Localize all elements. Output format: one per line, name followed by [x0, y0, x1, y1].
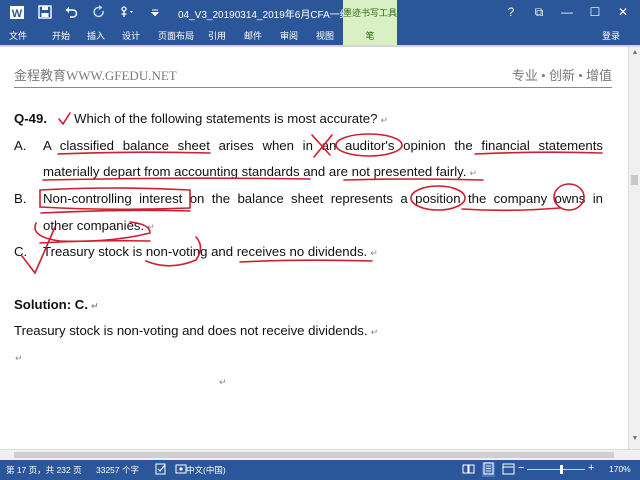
tab-file[interactable]: 文件 — [0, 25, 36, 45]
header-rule — [14, 87, 612, 88]
option-letter-b: B. — [14, 191, 27, 206]
option-a-line2: materially depart from accounting standa… — [43, 164, 477, 179]
word-count[interactable]: 33257 个字 — [96, 464, 139, 476]
zoom-slider-handle[interactable] — [560, 465, 564, 474]
question-number: Q-49. — [14, 111, 47, 126]
customize-toolbar-icon[interactable] — [144, 3, 166, 21]
ink-underline-noncontrolling — [40, 209, 191, 214]
tab-design[interactable]: 设计 — [122, 29, 140, 42]
scroll-up-icon[interactable]: ▲ — [631, 49, 639, 59]
minimize-icon[interactable]: — — [555, 3, 579, 21]
tab-references[interactable]: 引用 — [208, 29, 226, 42]
question-text: Which of the following statements is mos… — [74, 111, 388, 126]
close-icon[interactable]: ✕ — [611, 3, 635, 21]
ink-tools-tab[interactable]: 墨迹书写工具 — [343, 0, 397, 25]
status-bar: 第 17 页，共 232 页 33257 个字 中文(中国) − + 170% — [0, 460, 640, 480]
svg-text:W: W — [12, 8, 23, 20]
empty-paragraph-mark: ↵ — [15, 353, 23, 363]
tab-view[interactable]: 视图 — [316, 29, 334, 42]
ink-underline-company — [461, 207, 561, 212]
ink-underline-receives — [239, 259, 373, 263]
document-page[interactable]: 金程教育WWW.GFEDU.NET 专业 • 创新 • 增值 Q-49. Whi… — [0, 47, 628, 449]
zoom-level[interactable]: 170% — [609, 464, 631, 474]
proofing-icon[interactable] — [155, 463, 167, 477]
ink-check-mark — [58, 112, 71, 126]
solution-label: Solution: C. ↵ — [14, 297, 99, 312]
save-icon[interactable] — [34, 3, 56, 21]
web-layout-icon[interactable] — [502, 463, 515, 477]
ink-underline-other — [39, 239, 151, 244]
zoom-out-button[interactable]: − — [518, 462, 524, 474]
header-right: 专业 • 创新 • 增值 — [511, 68, 612, 83]
title-bar: W 04_V3_20190314_2019年6月CFA一级百题预... 墨迹书写… — [0, 0, 640, 25]
option-letter-c: C. — [14, 244, 28, 259]
option-b-line1: Non-controlling interest on the balance … — [43, 191, 603, 206]
sign-in-link[interactable]: 登录 — [602, 29, 620, 42]
touch-mode-icon[interactable] — [116, 3, 138, 21]
tab-mailings[interactable]: 邮件 — [244, 29, 262, 42]
option-a-line1: A classified balance sheet arises when i… — [43, 138, 603, 153]
option-letter-a: A. — [14, 138, 27, 153]
word-app-icon[interactable]: W — [6, 3, 28, 21]
option-b-line2: other companies. ↵ — [43, 218, 155, 233]
read-mode-icon[interactable] — [462, 463, 475, 477]
tab-review[interactable]: 审阅 — [280, 29, 298, 42]
ribbon-tab-bar: 文件 开始 插入 设计 页面布局 引用 邮件 审阅 视图 笔 登录 — [0, 25, 640, 45]
redo-icon[interactable] — [88, 3, 110, 21]
tab-pen[interactable]: 笔 — [343, 25, 397, 45]
vertical-scroll-thumb[interactable] — [631, 175, 638, 185]
maximize-icon[interactable]: ☐ — [583, 3, 607, 21]
zoom-slider[interactable] — [527, 469, 585, 470]
option-c-line1: Treasury stock is non-voting and receive… — [43, 244, 378, 259]
horizontal-scroll-thumb[interactable] — [14, 452, 614, 458]
print-layout-icon[interactable] — [482, 462, 495, 477]
ribbon-display-options-icon[interactable]: ⧉ — [527, 3, 551, 21]
cursor-paragraph-mark: ↵ — [219, 377, 227, 387]
horizontal-scrollbar[interactable] — [0, 449, 640, 460]
language-indicator[interactable]: 中文(中国) — [186, 464, 226, 476]
header-left: 金程教育WWW.GFEDU.NET — [14, 68, 177, 83]
zoom-in-button[interactable]: + — [588, 462, 594, 474]
solution-text: Treasury stock is non-voting and does no… — [14, 323, 379, 338]
help-icon[interactable]: ? — [499, 3, 523, 21]
ink-underline-not-presented — [343, 178, 484, 181]
page-count[interactable]: 第 17 页，共 232 页 — [6, 464, 82, 476]
tab-insert[interactable]: 插入 — [87, 29, 105, 42]
tab-home[interactable]: 开始 — [52, 29, 70, 42]
undo-icon[interactable] — [60, 3, 82, 21]
vertical-scrollbar[interactable]: ▲ ▼ — [628, 47, 640, 449]
tab-page-layout[interactable]: 页面布局 — [158, 29, 194, 42]
scroll-down-icon[interactable]: ▼ — [631, 435, 639, 445]
